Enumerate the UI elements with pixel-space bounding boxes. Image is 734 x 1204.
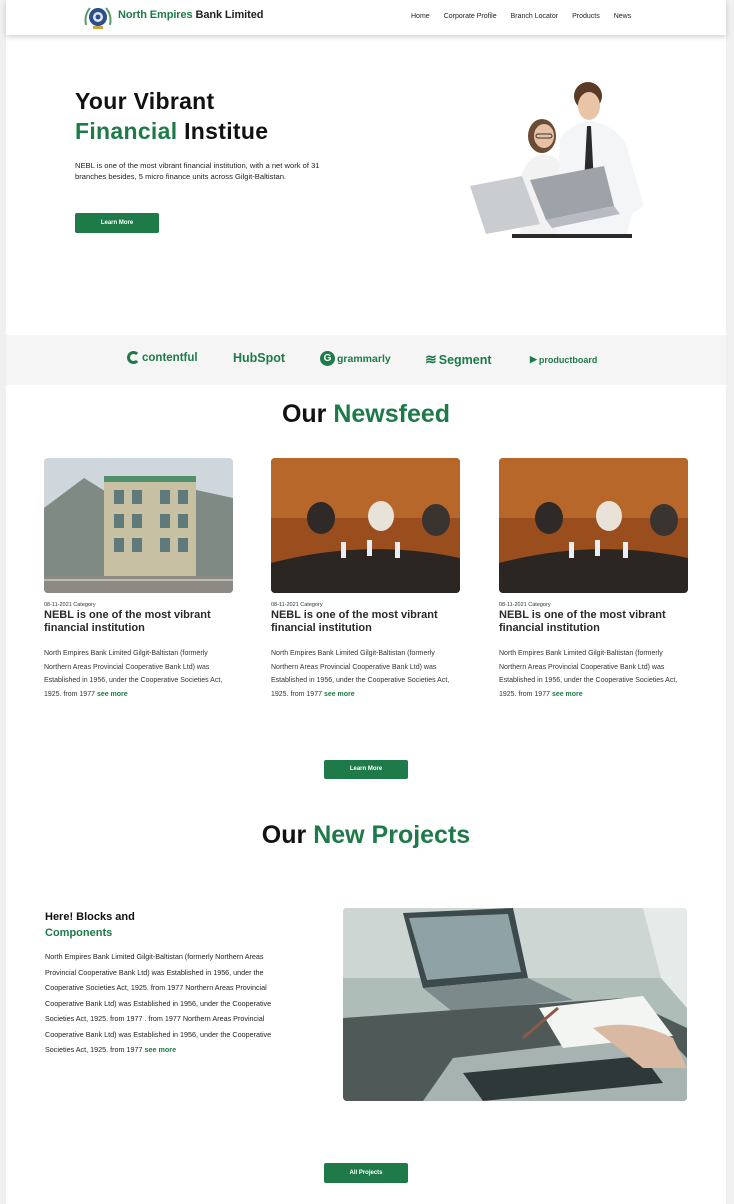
productboard-icon: ▶ <box>530 354 537 364</box>
nav-news[interactable]: News <box>614 13 632 20</box>
see-more-link[interactable]: see more <box>552 691 583 698</box>
nav-products[interactable]: Products <box>572 13 600 20</box>
grammarly-icon: G <box>320 351 335 366</box>
news-card-title[interactable]: NEBL is one of the most vibrant financia… <box>499 609 689 635</box>
site-header: North Empires Bank Limited Home Corporat… <box>6 0 726 35</box>
news-card-meta: 08-11-2021 Category <box>499 602 551 608</box>
partner-grammarly-label: grammarly <box>337 352 391 365</box>
all-projects-button[interactable]: All Projects <box>324 1163 408 1183</box>
newsfeed-title-dark: Our <box>281 400 327 428</box>
partner-logos-band: contentful HubSpot G grammarly ≋ Segment… <box>6 335 726 385</box>
projects-heading-green: Components <box>45 927 113 939</box>
newsfeed-title: Our Newsfeed <box>6 400 726 429</box>
news-card[interactable]: 08-11-2021 Category NEBL is one of the m… <box>44 458 234 701</box>
news-card-meta: 08-11-2021 Category <box>44 602 96 608</box>
hero-title-line2: Financial Institue <box>75 116 268 146</box>
news-card-title[interactable]: NEBL is one of the most vibrant financia… <box>271 609 461 635</box>
newsfeed-title-green: Newsfeed <box>333 400 451 428</box>
projects-body-text: North Empires Bank Limited Gilgit-Baltis… <box>45 952 272 1054</box>
partner-productboard: ▶ productboard <box>530 354 597 365</box>
news-card-body: North Empires Bank Limited Gilgit-Baltis… <box>271 647 461 701</box>
hero-title: Your Vibrant Financial Institue <box>75 86 268 146</box>
projects-laptop-image <box>343 908 687 1101</box>
news-card[interactable]: 08-11-2021 Category NEBL is one of the m… <box>271 458 461 701</box>
news-card-body: North Empires Bank Limited Gilgit-Baltis… <box>499 647 689 701</box>
news-card-meta: 08-11-2021 Category <box>271 602 323 608</box>
news-card-image-meeting <box>499 458 688 593</box>
nav-branch-locator[interactable]: Branch Locator <box>511 13 558 20</box>
news-card-body-text: North Empires Bank Limited Gilgit-Baltis… <box>271 650 450 698</box>
hero-description: NEBL is one of the most vibrant financia… <box>75 161 320 181</box>
news-card-image-meeting <box>271 458 460 593</box>
partner-hubspot: HubSpot <box>233 351 285 365</box>
hero-title-rest: Institue <box>184 118 269 144</box>
main-nav: Home Corporate Profile Branch Locator Pr… <box>411 13 645 20</box>
hero-title-line1: Your Vibrant <box>75 88 215 114</box>
segment-icon: ≋ <box>425 351 437 367</box>
news-card[interactable]: 08-11-2021 Category NEBL is one of the m… <box>499 458 689 701</box>
bank-logo-icon[interactable] <box>82 3 114 32</box>
news-card-body-text: North Empires Bank Limited Gilgit-Baltis… <box>44 650 223 698</box>
partner-segment: ≋ Segment <box>425 351 492 368</box>
projects-heading-line1: Here! Blocks and <box>45 911 135 923</box>
projects-heading: Here! Blocks and Components <box>45 909 135 941</box>
news-card-body-text: North Empires Bank Limited Gilgit-Baltis… <box>499 650 678 698</box>
partner-hubspot-label: HubSpot <box>233 351 286 365</box>
news-card-title[interactable]: NEBL is one of the most vibrant financia… <box>44 609 234 635</box>
brand-name-dark: Bank Limited <box>195 9 264 21</box>
hero-title-green: Financial <box>75 118 178 144</box>
hero-learn-more-button[interactable]: Learn More <box>75 213 159 233</box>
partner-contentful: contentful <box>127 351 198 364</box>
brand-name[interactable]: North Empires Bank Limited <box>118 9 263 21</box>
partner-contentful-label: contentful <box>142 351 198 364</box>
brand-name-green: North Empires <box>118 9 193 21</box>
newsfeed-learn-more-button[interactable]: Learn More <box>324 760 408 779</box>
hero-people-image <box>470 82 644 238</box>
projects-title-dark: Our <box>261 821 307 849</box>
page: North Empires Bank Limited Home Corporat… <box>6 0 726 1204</box>
partner-segment-label: Segment <box>438 352 492 367</box>
projects-title-green: New Projects <box>313 821 471 849</box>
nav-home[interactable]: Home <box>411 13 430 20</box>
partner-productboard-label: productboard <box>538 354 598 365</box>
nav-corporate-profile[interactable]: Corporate Profile <box>444 13 497 20</box>
news-card-image-building <box>44 458 233 593</box>
projects-body: North Empires Bank Limited Gilgit-Baltis… <box>45 949 280 1058</box>
projects-title: Our New Projects <box>6 821 726 850</box>
see-more-link[interactable]: see more <box>145 1045 177 1054</box>
see-more-link[interactable]: see more <box>324 691 355 698</box>
partner-grammarly: G grammarly <box>320 351 391 366</box>
news-card-body: North Empires Bank Limited Gilgit-Baltis… <box>44 647 234 701</box>
contentful-icon <box>127 351 140 364</box>
see-more-link[interactable]: see more <box>97 691 128 698</box>
